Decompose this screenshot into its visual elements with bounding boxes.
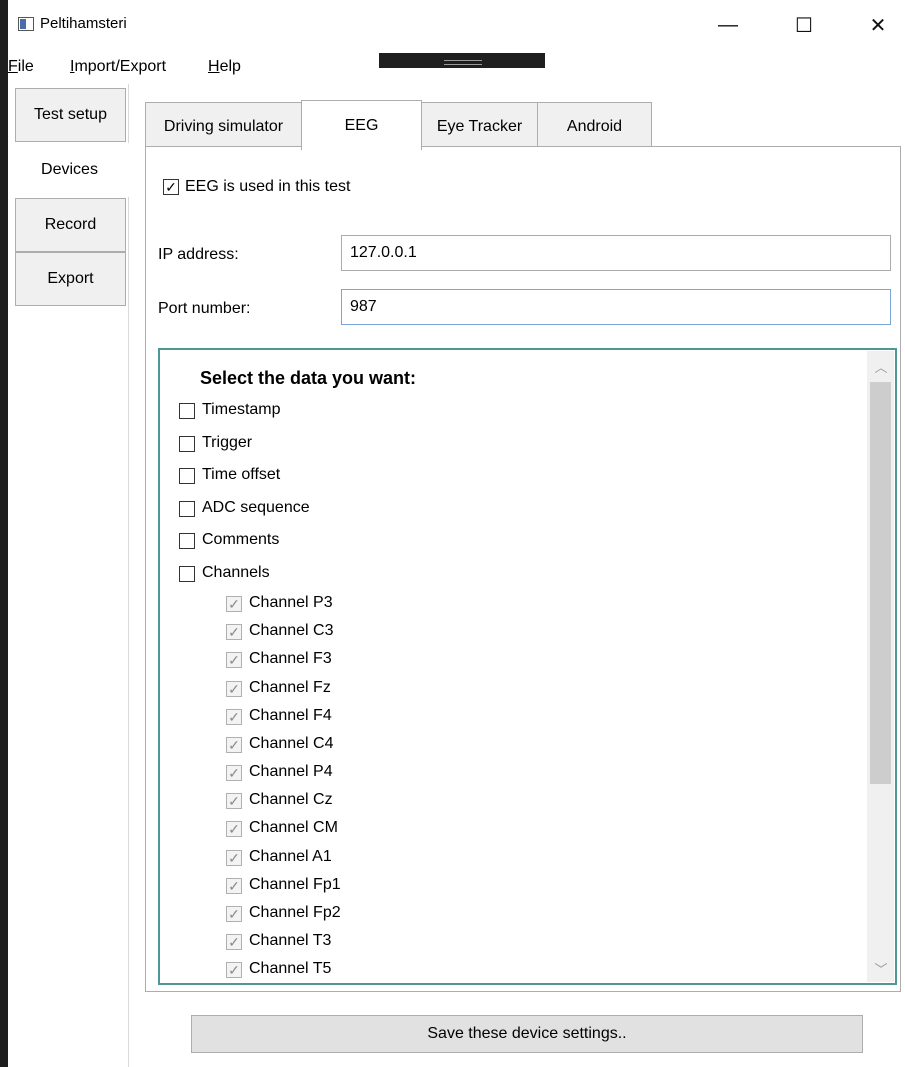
time-offset-checkbox[interactable] (179, 468, 195, 484)
tab-devices[interactable]: Devices (10, 143, 129, 197)
app-window: Peltihamsteri — ☐ ✕ File Import/Export H… (8, 0, 905, 1067)
channel-checkbox[interactable]: ✓ (226, 596, 242, 612)
scroll-up-icon[interactable]: ︿ (873, 360, 889, 376)
tab-android[interactable]: Android (537, 102, 652, 147)
channel-checkbox[interactable]: ✓ (226, 737, 242, 753)
trigger-checkbox[interactable] (179, 436, 195, 452)
save-device-settings-button[interactable]: Save these device settings.. (191, 1015, 863, 1053)
scrollbar-thumb[interactable] (870, 382, 891, 784)
channel-checkbox[interactable]: ✓ (226, 765, 242, 781)
maximize-icon: ☐ (795, 14, 813, 37)
port-number-label: Port number: (158, 300, 251, 317)
channel-checkbox[interactable]: ✓ (226, 878, 242, 894)
menu-file[interactable]: File (8, 58, 34, 76)
maximize-button[interactable]: ☐ (781, 8, 827, 42)
drag-grip-handle[interactable] (379, 53, 545, 68)
tab-eye-tracker[interactable]: Eye Tracker (421, 102, 538, 147)
eeg-used-checkbox[interactable]: ✓ (163, 179, 179, 195)
channel-checkbox[interactable]: ✓ (226, 793, 242, 809)
ip-address-label: IP address: (158, 246, 239, 263)
channel-checkbox[interactable]: ✓ (226, 906, 242, 922)
adc-sequence-checkbox[interactable] (179, 501, 195, 517)
port-number-input[interactable]: 987 (341, 289, 891, 325)
eeg-used-label: EEG is used in this test (185, 178, 351, 195)
channel-checkbox[interactable]: ✓ (226, 681, 242, 697)
channel-checkbox[interactable]: ✓ (226, 624, 242, 640)
minimize-button[interactable]: — (705, 8, 751, 42)
channel-checkbox[interactable]: ✓ (226, 821, 242, 837)
close-icon: ✕ (869, 14, 887, 37)
channel-checkbox[interactable]: ✓ (226, 850, 242, 866)
timestamp-checkbox[interactable] (179, 403, 195, 419)
app-icon (18, 17, 34, 31)
data-list-heading: Select the data you want: (200, 368, 417, 388)
channel-checkbox[interactable]: ✓ (226, 709, 242, 725)
menu-import-export[interactable]: Import/Export (70, 58, 166, 76)
ip-address-input[interactable]: 127.0.0.1 (341, 235, 891, 271)
minimize-icon: — (718, 13, 738, 36)
scroll-down-icon[interactable]: ﹀ (873, 962, 889, 978)
tab-record[interactable]: Record (15, 198, 126, 252)
channels-checkbox[interactable] (179, 566, 195, 582)
tab-driving-simulator[interactable]: Driving simulator (145, 102, 302, 147)
data-selection-list[interactable]: Select the data you want: Timestamp Trig… (158, 348, 897, 985)
main-tab-strip: Test setup Devices Record Export (8, 84, 129, 1067)
close-button[interactable]: ✕ (855, 8, 901, 42)
tab-eeg[interactable]: EEG (301, 100, 422, 150)
window-title: Peltihamsteri (40, 15, 127, 32)
comments-checkbox[interactable] (179, 533, 195, 549)
channel-checkbox[interactable]: ✓ (226, 652, 242, 668)
title-bar[interactable]: Peltihamsteri — ☐ ✕ (8, 0, 905, 50)
tab-export[interactable]: Export (15, 252, 126, 306)
channel-checkbox[interactable]: ✓ (226, 934, 242, 950)
channel-checkbox[interactable]: ✓ (226, 962, 242, 978)
menu-help[interactable]: Help (208, 58, 241, 76)
tab-test-setup[interactable]: Test setup (15, 88, 126, 142)
